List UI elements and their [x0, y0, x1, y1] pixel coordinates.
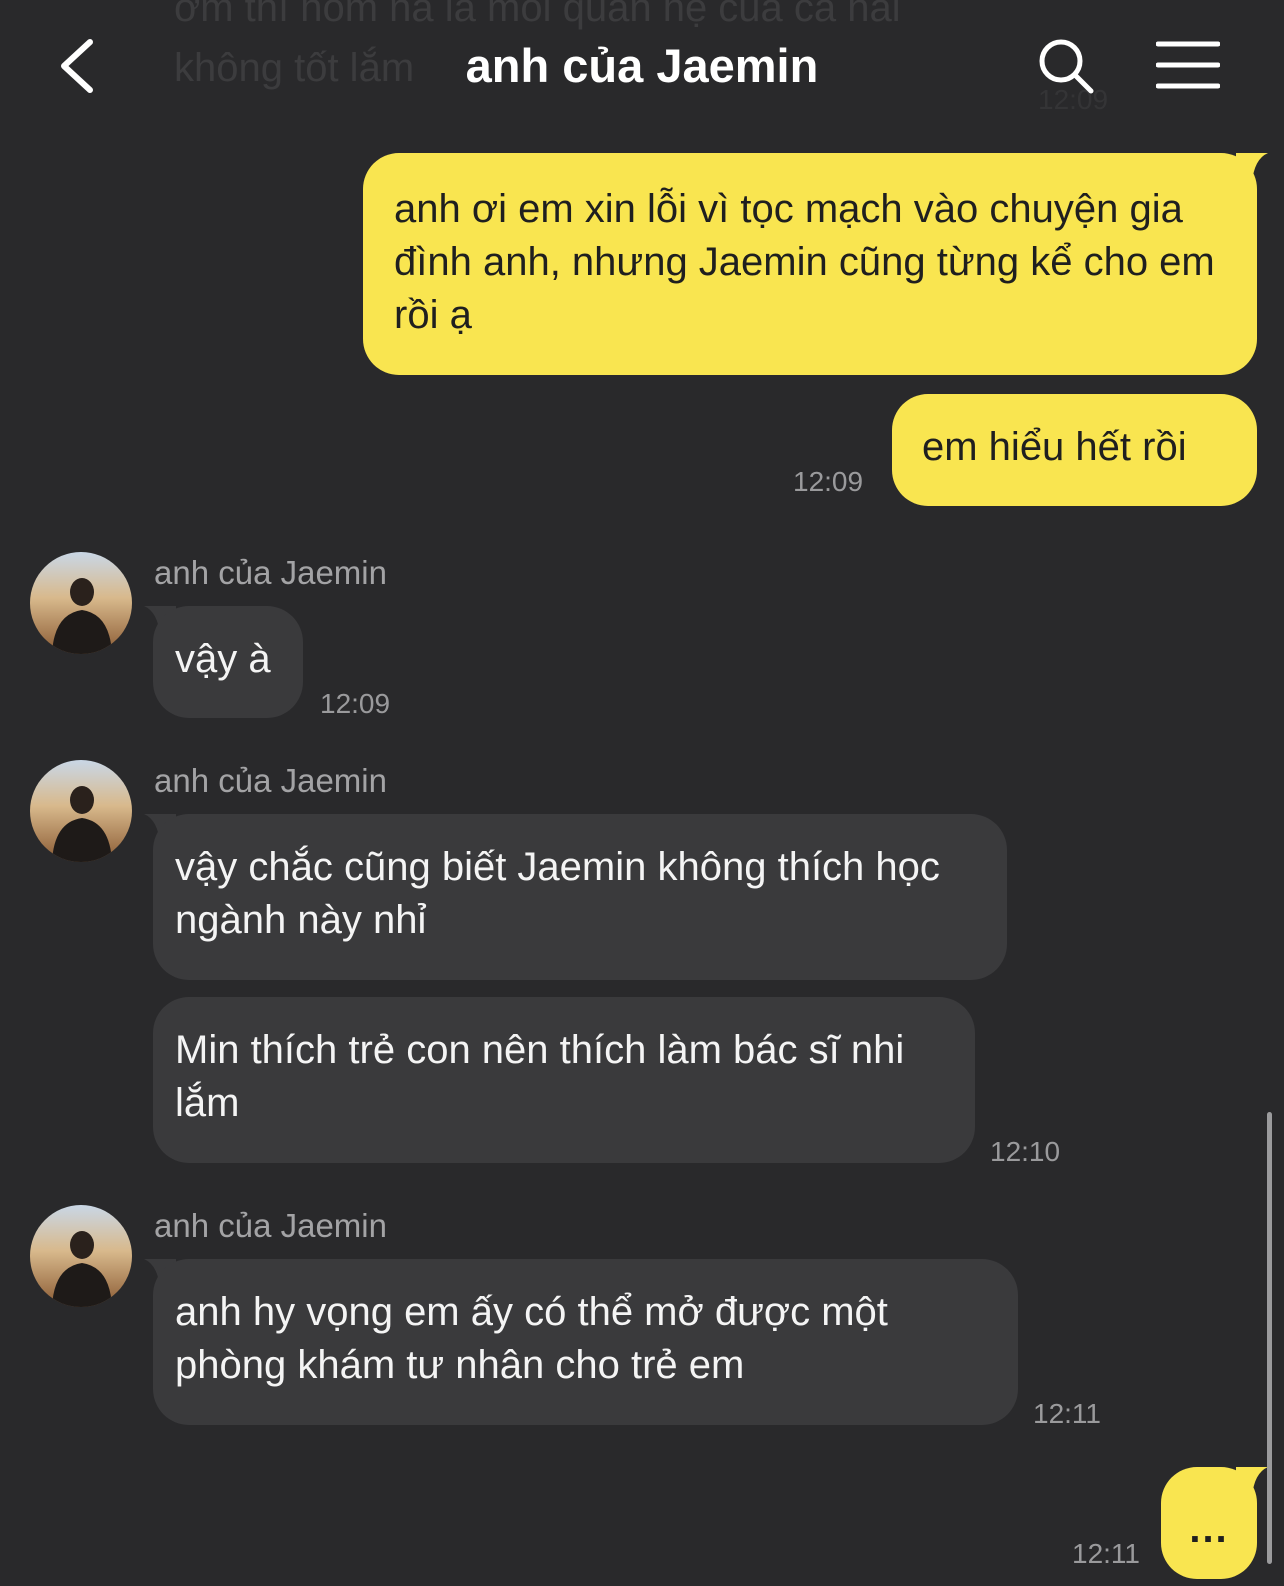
message-text: vậy à	[175, 637, 271, 681]
sender-name: anh của Jaemin	[154, 762, 387, 799]
sender-name: anh của Jaemin	[154, 554, 387, 591]
sender-name: anh của Jaemin	[154, 1207, 387, 1244]
message-timestamp: 12:11	[1033, 1398, 1101, 1429]
message-text: vậy chắc cũng biết Jaemin không thích họ…	[175, 845, 940, 942]
their-message-bubble[interactable]: Min thích trẻ con nên thích làm bác sĩ n…	[153, 997, 975, 1163]
contact-avatar[interactable]	[30, 760, 132, 862]
contact-avatar[interactable]	[30, 1205, 132, 1307]
my-message-bubble[interactable]: anh ơi em xin lỗi vì tọc mạch vào chuyện…	[363, 153, 1257, 375]
my-message-bubble[interactable]: em hiểu hết rồi	[892, 394, 1257, 506]
avatar-photo	[30, 552, 132, 654]
message-timestamp: 12:11	[1072, 1538, 1140, 1569]
avatar-photo	[30, 760, 132, 862]
message-text: Min thích trẻ con nên thích làm bác sĩ n…	[175, 1028, 905, 1125]
their-message-bubble[interactable]: vậy chắc cũng biết Jaemin không thích họ…	[153, 814, 1007, 980]
message-text: em hiểu hết rồi	[922, 425, 1187, 469]
message-timestamp: 12:10	[990, 1136, 1061, 1167]
hamburger-menu-icon	[1155, 41, 1221, 89]
bubble-tail	[1236, 153, 1268, 183]
message-timestamp: 12:09	[320, 688, 391, 719]
their-message-bubble[interactable]: anh hy vọng em ấy có thể mở được một phò…	[153, 1259, 1018, 1425]
message-text: ...	[1189, 1507, 1229, 1551]
message-text: anh hy vọng em ấy có thể mở được một phò…	[175, 1290, 888, 1387]
message-timestamp: 12:09	[793, 466, 864, 497]
scrollbar-thumb[interactable]	[1267, 1112, 1272, 1564]
chat-title: anh của Jaemin	[465, 39, 819, 92]
bubble-tail	[1236, 1467, 1268, 1497]
back-button[interactable]	[50, 34, 110, 98]
their-message-bubble[interactable]: vậy à	[153, 606, 303, 718]
chat-header: anh của Jaemin	[0, 0, 1284, 134]
contact-avatar[interactable]	[30, 552, 132, 654]
menu-button[interactable]	[1155, 40, 1221, 90]
avatar-photo	[30, 1205, 132, 1307]
chevron-left-icon	[61, 39, 93, 93]
search-button[interactable]	[1036, 36, 1096, 96]
message-text: anh ơi em xin lỗi vì tọc mạch vào chuyện…	[394, 187, 1215, 337]
search-icon	[1039, 39, 1094, 94]
